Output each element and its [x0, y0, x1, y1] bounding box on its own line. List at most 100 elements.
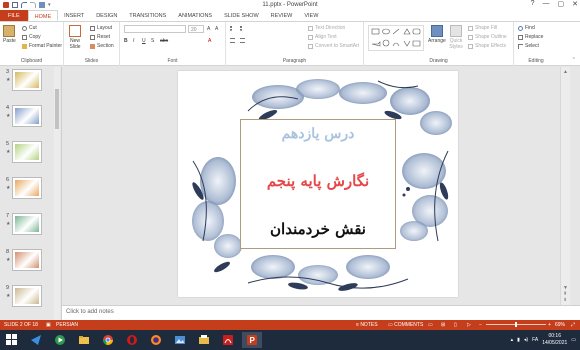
convert-smartart-button[interactable]: Convert to SmartArt — [308, 43, 359, 49]
numbering-button[interactable] — [240, 26, 245, 31]
maximize-button[interactable]: ▢ — [558, 0, 565, 8]
align-text-button[interactable]: Align Text — [308, 34, 337, 40]
thumbnail-number: 8 — [6, 249, 10, 255]
language-indicator-taskbar[interactable]: FA — [532, 337, 538, 343]
shapes-gallery-icons — [371, 28, 421, 47]
notes-button[interactable]: ≡ NOTES — [356, 322, 378, 328]
new-slide-button[interactable]: New Slide — [68, 25, 82, 50]
tab-insert[interactable]: INSERT — [58, 10, 90, 21]
shape-outline-button[interactable]: Shape Outline — [468, 34, 507, 40]
show-hidden-icons[interactable]: ▴ — [511, 337, 514, 343]
select-icon — [518, 43, 523, 49]
font-size-field[interactable]: 20 — [188, 25, 204, 33]
slide-thumbnail[interactable]: 6 ★ — [0, 177, 60, 207]
language-indicator[interactable]: PERSIAN — [56, 322, 78, 328]
taskbar-files-icon[interactable] — [194, 332, 214, 348]
shapes-gallery[interactable] — [368, 25, 424, 51]
scroll-up-icon[interactable]: ▲ — [563, 69, 568, 75]
clock[interactable]: 00:16 14/05/2021 — [542, 333, 567, 347]
animation-star-icon: ★ — [6, 149, 11, 155]
minimize-button[interactable]: — — [543, 0, 550, 8]
tab-transitions[interactable]: TRANSITIONS — [123, 10, 172, 21]
tab-home[interactable]: HOME — [27, 10, 59, 21]
bold-button[interactable]: B — [124, 38, 128, 44]
network-icon[interactable]: ▮ — [517, 337, 520, 343]
shape-effects-button[interactable]: Shape Effects — [468, 43, 506, 49]
font-name-field[interactable] — [124, 25, 186, 33]
help-button[interactable]: ? — [531, 0, 535, 8]
slide-thumbnail[interactable]: 4 ★ — [0, 105, 60, 135]
collapse-ribbon-icon[interactable]: ⌃ — [572, 57, 576, 63]
taskbar-acrobat-icon[interactable] — [218, 332, 238, 348]
italic-button[interactable]: I — [133, 38, 134, 44]
zoom-level[interactable]: 69% — [555, 322, 565, 328]
volume-icon[interactable]: ◂) — [524, 337, 528, 343]
spellcheck-icon[interactable]: ▣ — [46, 322, 51, 328]
zoom-in-button[interactable]: + — [548, 322, 551, 328]
quick-styles-button[interactable]: Quick Styles — [448, 25, 464, 50]
current-slide[interactable]: درس یازدهم نگارش پایه پنجم نقش خردمندان — [178, 71, 458, 297]
taskbar-send-to-icon[interactable] — [26, 332, 46, 348]
action-center-icon[interactable]: ▭ — [571, 337, 576, 343]
slide-thumbnail[interactable]: 9 ★ — [0, 285, 60, 315]
slide-sorter-icon[interactable]: ⊞ — [441, 322, 445, 328]
shrink-font-button[interactable]: A — [215, 26, 218, 32]
clipboard-group-label: Clipboard — [20, 58, 43, 64]
slide-thumbnail[interactable]: 8 ★ — [0, 249, 60, 279]
normal-view-icon[interactable]: ▭ — [428, 322, 433, 328]
tab-view[interactable]: VIEW — [298, 10, 324, 21]
align-left-button[interactable] — [230, 38, 235, 43]
text-direction-button[interactable]: Text Direction — [308, 25, 345, 31]
taskbar-explorer-icon[interactable] — [74, 332, 94, 348]
tab-file[interactable]: FILE — [0, 10, 28, 21]
font-color-button[interactable]: A — [208, 38, 211, 44]
shape-fill-button[interactable]: Shape Fill — [468, 25, 497, 31]
comments-button[interactable]: ▭ COMMENTS — [388, 322, 423, 328]
bullets-button[interactable] — [230, 26, 235, 31]
zoom-slider-handle[interactable] — [515, 322, 517, 327]
fit-to-window-icon[interactable]: ⤢ — [571, 322, 575, 328]
select-button[interactable]: Select — [518, 43, 539, 49]
section-button[interactable]: Section — [90, 43, 114, 49]
grow-font-button[interactable]: A — [207, 26, 210, 32]
tab-design[interactable]: DESIGN — [90, 10, 123, 21]
layout-button[interactable]: Layout — [90, 25, 112, 31]
editing-group: Find Replace Select Editing — [514, 22, 558, 66]
slide-thumbnail[interactable]: 3 ★ — [0, 69, 60, 99]
reset-button[interactable]: Reset — [90, 34, 110, 40]
next-slide-icon[interactable]: ⇟ — [563, 297, 567, 303]
slide-thumbnail[interactable]: 5 ★ — [0, 141, 60, 171]
tab-slide-show[interactable]: SLIDE SHOW — [218, 10, 265, 21]
underline-button[interactable]: U — [142, 38, 146, 44]
tab-review[interactable]: REVIEW — [265, 10, 299, 21]
shadow-button[interactable]: S — [151, 38, 154, 44]
thumbnail-scrollbar[interactable] — [54, 67, 60, 320]
close-button[interactable]: ✕ — [572, 0, 578, 8]
slide-title-box[interactable]: درس یازدهم نگارش پایه پنجم نقش خردمندان — [240, 119, 396, 249]
taskbar-photos-icon[interactable] — [170, 332, 190, 348]
taskbar-chrome-icon[interactable] — [98, 332, 118, 348]
slide-show-icon[interactable]: ▷ — [467, 322, 471, 328]
thumbnail-scroll-handle[interactable] — [55, 89, 59, 129]
reading-view-icon[interactable]: ▯ — [454, 322, 457, 328]
taskbar-opera-icon[interactable] — [122, 332, 142, 348]
start-button[interactable] — [2, 332, 22, 348]
cut-button[interactable]: Cut — [22, 25, 37, 31]
new-slide-icon — [69, 25, 81, 37]
strikethrough-button[interactable]: abc — [160, 38, 168, 44]
editor-scrollbar[interactable]: ▲ ▼ ⇞ ⇟ — [560, 67, 570, 305]
taskbar-media-player-icon[interactable] — [50, 332, 70, 348]
tab-animations[interactable]: ANIMATIONS — [172, 10, 218, 21]
copy-button[interactable]: Copy — [22, 34, 41, 40]
paste-button[interactable]: Paste — [3, 25, 16, 44]
align-center-button[interactable] — [240, 38, 245, 43]
find-button[interactable]: Find — [518, 25, 535, 31]
zoom-out-button[interactable]: − — [479, 322, 482, 328]
notes-pane[interactable]: Click to add notes — [62, 305, 580, 320]
taskbar-firefox-icon[interactable] — [146, 332, 166, 348]
replace-button[interactable]: Replace — [518, 34, 543, 40]
arrange-button[interactable]: Arrange — [428, 25, 446, 44]
slide-thumbnail[interactable]: 7 ★ — [0, 213, 60, 243]
taskbar-powerpoint-icon[interactable]: P — [242, 332, 262, 348]
format-painter-button[interactable]: Format Painter — [22, 43, 62, 49]
